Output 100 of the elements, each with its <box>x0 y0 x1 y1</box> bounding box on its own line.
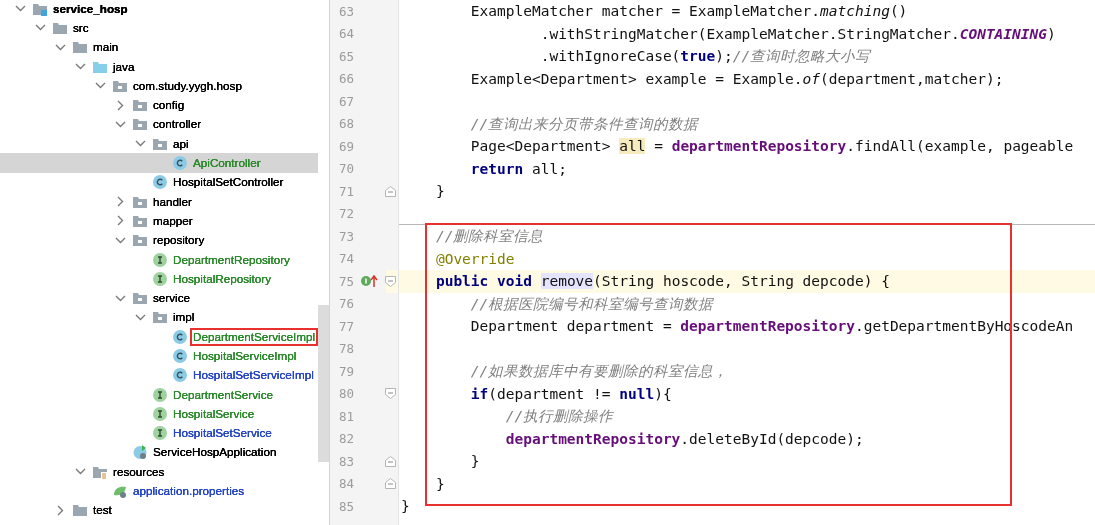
line-number: 76 <box>337 296 354 312</box>
scrollbar-thumb[interactable] <box>318 305 329 462</box>
code-line: if(department != null){ <box>469 385 672 402</box>
chevron-down-icon[interactable] <box>74 468 86 476</box>
tree-item[interactable]: config <box>0 95 318 115</box>
folder-icon <box>72 39 88 56</box>
tree-item[interactable]: ServiceHospApplication <box>0 442 318 463</box>
code-line: //执行删除操作 <box>504 408 614 424</box>
chevron-down-icon[interactable] <box>114 236 126 244</box>
chevron-down-icon[interactable] <box>134 313 146 321</box>
class-icon <box>172 328 188 345</box>
tree-item[interactable]: test <box>0 500 318 520</box>
code-line: //查询出来分页带条件查询的数据 <box>469 115 699 132</box>
code-line: ExampleMatcher matcher = ExampleMatcher.matching() <box>469 3 908 19</box>
chevron-down-icon[interactable] <box>134 140 146 148</box>
tree-item[interactable]: DepartmentServiceImpl <box>0 327 318 347</box>
class-icon <box>172 348 188 364</box>
package-icon <box>132 232 148 249</box>
tree-item[interactable]: HospitalSetService <box>0 423 318 443</box>
chevron-down-icon[interactable] <box>14 5 26 13</box>
line-number: 83 <box>337 453 354 469</box>
chevron-right-icon[interactable] <box>116 99 124 111</box>
line-number: 80 <box>337 386 354 402</box>
line-number: 78 <box>337 341 354 357</box>
tree-item[interactable]: src <box>0 18 318 38</box>
tree-item[interactable]: HospitalRepository <box>0 269 318 289</box>
tree-item[interactable]: repository <box>0 230 318 250</box>
code-line: } <box>434 183 445 199</box>
line-number: 69 <box>337 138 354 154</box>
code-line: } <box>401 498 410 514</box>
code-line: } <box>434 475 445 492</box>
class-icon <box>172 155 188 171</box>
tree-item[interactable]: api <box>0 134 318 154</box>
tree-item[interactable]: HospitalServiceImpl <box>0 346 318 366</box>
chevron-right-icon[interactable] <box>116 215 124 227</box>
code-line: Example<Department> example = Example.of(department,matcher); <box>469 70 1004 87</box>
tree-item[interactable]: application.properties <box>0 481 318 501</box>
code-line: //如果数据库中有要删除的科室信息， <box>469 363 729 379</box>
line-number: 77 <box>337 318 354 334</box>
tree-item[interactable]: DepartmentRepository <box>0 249 318 270</box>
line-number: 71 <box>337 183 354 199</box>
interface-icon <box>152 251 168 268</box>
tree-item[interactable]: service <box>0 288 318 308</box>
line-number: 85 <box>337 498 354 514</box>
line-number: 81 <box>337 408 354 424</box>
folder-icon <box>72 502 88 519</box>
code-line: departmentRepository.deleteById(depcode); <box>504 430 864 447</box>
code-line: Page<Department> all = departmentRepository.findAll(example, pageable <box>469 138 1074 154</box>
line-number: 79 <box>337 363 354 379</box>
line-number: 72 <box>337 206 354 222</box>
line-number: 68 <box>337 116 354 132</box>
package-icon <box>132 290 148 307</box>
code-line: return all; <box>469 160 567 177</box>
code-line: .withIgnoreCase(true);//查询时忽略大小写 <box>539 48 871 64</box>
class-icon <box>152 174 168 191</box>
chevron-right-icon[interactable] <box>116 196 124 208</box>
tree-item[interactable]: handler <box>0 191 318 212</box>
chevron-down-icon[interactable] <box>74 63 86 71</box>
interface-icon <box>152 405 168 422</box>
chevron-right-icon[interactable] <box>56 504 64 516</box>
tree-item[interactable]: resources <box>0 462 318 482</box>
tree-item[interactable]: HospitalService <box>0 404 318 424</box>
line-number: 73 <box>337 228 354 244</box>
line-number: 64 <box>337 26 354 42</box>
tree-item[interactable]: com.study.yygh.hosp <box>0 76 318 96</box>
chevron-down-icon[interactable] <box>114 120 126 128</box>
tree-item[interactable]: java <box>0 56 318 77</box>
tree-item[interactable]: controller <box>0 114 318 135</box>
package-icon <box>132 97 148 114</box>
line-number: 82 <box>337 431 354 447</box>
line-number: 74 <box>337 251 354 267</box>
tree-item[interactable]: service_hosp <box>0 0 318 19</box>
package-icon <box>152 309 168 326</box>
interface-icon <box>152 386 168 403</box>
line-number: 66 <box>337 71 354 87</box>
tree-item[interactable]: DepartmentService <box>0 384 318 405</box>
chevron-down-icon[interactable] <box>94 82 106 90</box>
chevron-down-icon[interactable] <box>34 24 46 32</box>
tree-item[interactable]: impl <box>0 307 318 328</box>
package-icon <box>132 116 148 133</box>
code-line: .withStringMatcher(ExampleMatcher.StringMatcher.CONTAINING) <box>539 25 1056 42</box>
code-line: } <box>469 453 480 469</box>
tree-item[interactable]: main <box>0 37 318 57</box>
implements-marker-icon[interactable] <box>360 274 378 289</box>
line-number: 67 <box>337 93 354 109</box>
chevron-down-icon[interactable] <box>114 294 126 302</box>
line-number: 84 <box>337 476 354 492</box>
class-icon <box>172 367 188 384</box>
line-number: 70 <box>337 161 354 177</box>
tree-item[interactable]: mapper <box>0 211 318 231</box>
code-line: //根据医院编号和科室编号查询数据 <box>469 295 714 312</box>
application-icon <box>132 444 148 461</box>
code-line: //删除科室信息 <box>434 228 544 244</box>
chevron-down-icon[interactable] <box>54 43 66 51</box>
code-line: public void remove(String hoscode, String depcode) { <box>434 273 890 289</box>
tree-item[interactable]: HospitalSetController <box>0 172 318 192</box>
code-line: @Override <box>434 250 515 267</box>
line-number: 63 <box>337 3 354 19</box>
line-number: 65 <box>337 48 354 64</box>
tree-item[interactable]: HospitalSetServiceImpl <box>0 365 318 385</box>
